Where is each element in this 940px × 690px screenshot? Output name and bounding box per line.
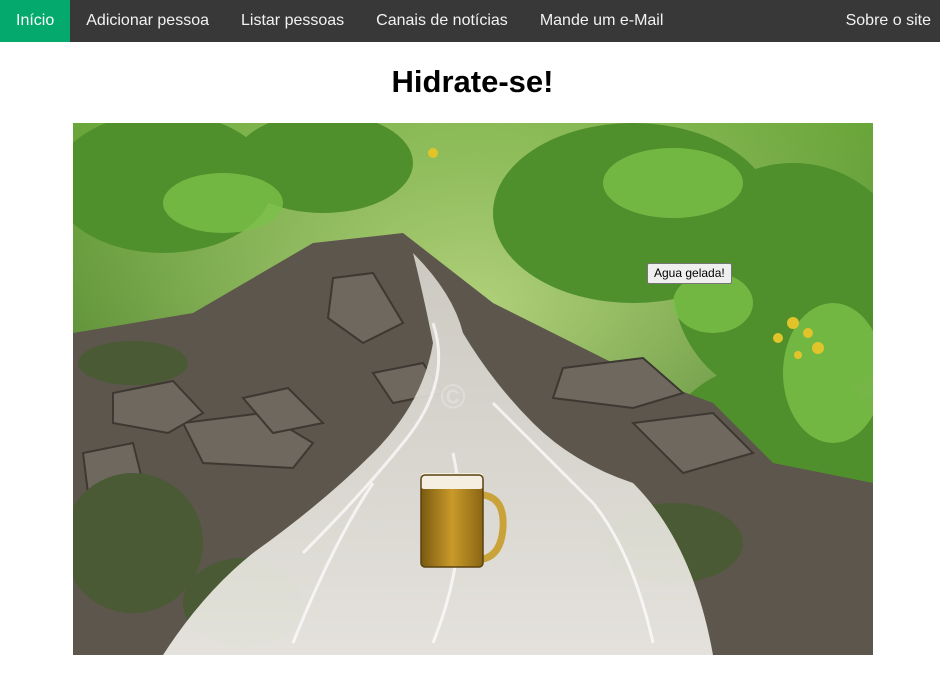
svg-text:©: ©	[440, 378, 465, 416]
nav-link-canais-de-noticias[interactable]: Canais de notícias	[360, 0, 524, 42]
nav-link-mande-email[interactable]: Mande um e-Mail	[524, 0, 680, 42]
page-title: Hidrate-se!	[391, 64, 554, 99]
nav-link-listar-pessoas[interactable]: Listar pessoas	[225, 0, 360, 42]
nav-link-inicio[interactable]: Início	[0, 0, 71, 42]
nav-link-adicionar-pessoa[interactable]: Adicionar pessoa	[70, 0, 225, 42]
agua-gelada-button[interactable]: Agua gelada!	[647, 263, 732, 284]
stream-with-beer-mug-image: ©	[73, 123, 873, 655]
top-navigation-bar: Início Adicionar pessoa Listar pessoas C…	[0, 0, 940, 42]
nav-link-sobre-o-site[interactable]: Sobre o site	[830, 0, 940, 42]
